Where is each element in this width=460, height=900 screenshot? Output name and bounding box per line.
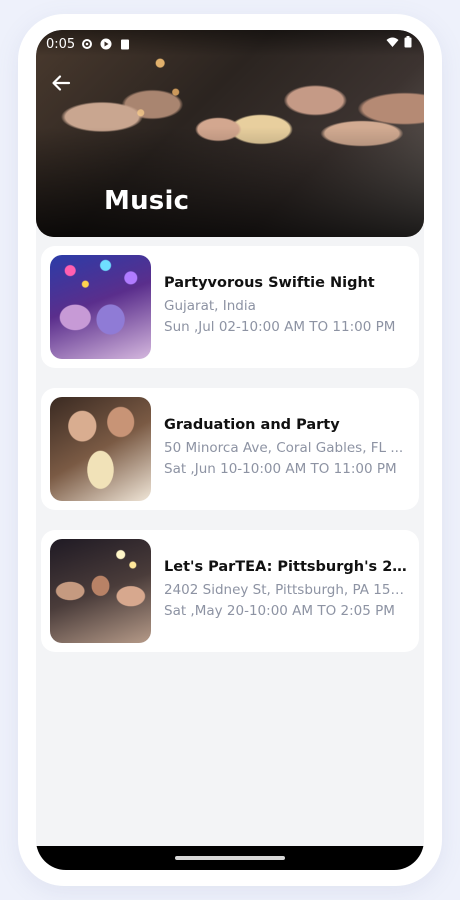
play-icon [100,38,112,50]
page-title: Music [104,186,190,216]
event-card[interactable]: Let's ParTEA: Pittsburgh's 21+ Tea ... 2… [41,530,419,652]
event-list: Partyvorous Swiftie Night Gujarat, India… [41,246,419,672]
wifi-icon [386,36,399,52]
event-thumbnail [50,255,151,359]
event-title: Graduation and Party [164,417,340,433]
event-datetime: Sun ,Jul 02-10:00 AM TO 11:00 PM [164,319,396,335]
event-datetime: Sat ,Jun 10-10:00 AM TO 11:00 PM [164,461,397,477]
event-location: 50 Minorca Ave, Coral Gables, FL ... [164,440,404,456]
status-bar: 0:05 [46,35,412,53]
battery-icon [404,36,412,52]
system-navigation-bar [36,846,424,870]
event-thumbnail [50,397,151,501]
home-indicator[interactable] [175,856,285,860]
event-info: Let's ParTEA: Pittsburgh's 21+ Tea ... 2… [164,559,409,624]
header-banner-image: 0:05 Music [36,30,424,237]
event-info: Graduation and Party 50 Minorca Ave, Cor… [164,417,409,482]
event-card[interactable]: Graduation and Party 50 Minorca Ave, Cor… [41,388,419,510]
gear-icon [81,38,93,50]
back-button[interactable] [50,72,72,94]
event-thumbnail [50,539,151,643]
event-card[interactable]: Partyvorous Swiftie Night Gujarat, India… [41,246,419,368]
arrow-left-icon [52,75,71,91]
event-title: Let's ParTEA: Pittsburgh's 21+ Tea ... [164,559,409,575]
event-location: Gujarat, India [164,298,256,314]
clipboard-icon [119,38,131,50]
app-screen: 0:05 Music Partyvorous Swiftie Night Guj… [36,30,424,870]
event-title: Partyvorous Swiftie Night [164,275,375,291]
status-time: 0:05 [46,36,76,52]
event-location: 2402 Sidney St, Pittsburgh, PA 15203... [164,582,409,598]
event-datetime: Sat ,May 20-10:00 AM TO 2:05 PM [164,603,395,619]
event-info: Partyvorous Swiftie Night Gujarat, India… [164,275,409,340]
